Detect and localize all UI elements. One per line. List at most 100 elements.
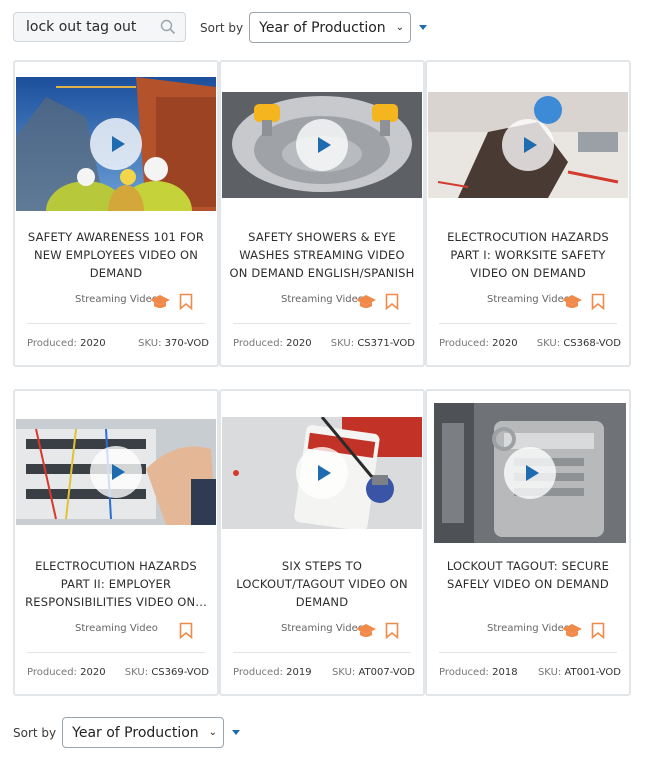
- sort-label: Sort by: [200, 20, 244, 35]
- product-card[interactable]: SAFETY SHOWERS & EYE WASHES STREAMING VI…: [219, 60, 425, 367]
- sku-label: SKU:: [331, 667, 356, 678]
- video-thumbnail[interactable]: [222, 417, 422, 529]
- bookmark-icon[interactable]: [591, 622, 605, 639]
- card-title[interactable]: SIX STEPS TO LOCKOUT/TAGOUT VIDEO ON DEM…: [229, 557, 415, 611]
- produced-label: Produced:: [439, 667, 489, 678]
- search-icon[interactable]: [159, 18, 177, 36]
- play-icon: [317, 137, 331, 153]
- graduation-cap-icon: [356, 295, 376, 308]
- format-label: Streaming Video: [487, 294, 570, 305]
- search-box[interactable]: [13, 12, 186, 42]
- card-footer: Produced: 2020 SKU: CS368-VOD: [439, 338, 621, 349]
- product-card[interactable]: SAFETY AWARENESS 101 FOR NEW EMPLOYEES V…: [13, 60, 219, 367]
- card-title[interactable]: LOCKOUT TAGOUT: SECURE SAFELY VIDEO ON D…: [435, 557, 621, 593]
- play-icon: [317, 465, 331, 481]
- product-card[interactable]: ELECTROCUTION HAZARDS PART II: EMPLOYER …: [13, 389, 219, 696]
- card-footer: Produced: 2020 SKU: 370-VOD: [27, 338, 209, 349]
- video-thumbnail[interactable]: [222, 92, 422, 198]
- play-button[interactable]: [502, 119, 554, 171]
- bookmark-icon[interactable]: [179, 622, 193, 639]
- card-title[interactable]: SAFETY AWARENESS 101 FOR NEW EMPLOYEES V…: [23, 228, 209, 282]
- produced-label: Produced:: [233, 667, 283, 678]
- sku-value: AT001-VOD: [564, 667, 621, 678]
- graduation-cap-icon: [150, 295, 170, 308]
- produced-label: Produced:: [439, 338, 489, 349]
- sort-selected-value: Year of Production: [259, 19, 386, 36]
- play-icon: [525, 465, 539, 481]
- produced-label: Produced:: [233, 338, 283, 349]
- sku-info: SKU: AT001-VOD: [538, 667, 621, 678]
- sku-value: 370-VOD: [164, 338, 209, 349]
- format-row: Streaming Video: [75, 294, 170, 308]
- sort-control-bottom: Sort by Year of Production ⌄: [13, 717, 241, 748]
- format-label: Streaming Video: [75, 623, 158, 634]
- video-thumbnail[interactable]: [434, 403, 626, 543]
- sku-value: AT007-VOD: [358, 667, 415, 678]
- sort-label: Sort by: [13, 725, 57, 740]
- graduation-cap-icon: [562, 624, 582, 637]
- play-button[interactable]: [90, 446, 142, 498]
- card-footer: Produced: 2018 SKU: AT001-VOD: [439, 667, 621, 678]
- sku-info: SKU: CS369-VOD: [125, 667, 209, 678]
- bookmark-icon[interactable]: [179, 293, 193, 310]
- card-footer: Produced: 2020 SKU: CS371-VOD: [233, 338, 415, 349]
- sku-info: SKU: 370-VOD: [138, 338, 209, 349]
- sort-select[interactable]: Year of Production ⌄: [249, 12, 412, 43]
- sku-value: CS371-VOD: [357, 338, 415, 349]
- divider: [233, 323, 411, 324]
- sort-direction-icon[interactable]: [232, 730, 241, 735]
- play-button[interactable]: [90, 118, 142, 170]
- produced-year: 2020: [80, 338, 106, 349]
- sku-info: SKU: CS368-VOD: [537, 338, 621, 349]
- sku-value: CS369-VOD: [151, 667, 209, 678]
- video-thumbnail[interactable]: [428, 92, 628, 198]
- divider: [439, 652, 617, 653]
- format-row: Streaming Video: [75, 623, 158, 634]
- format-row: Streaming Video: [487, 294, 582, 308]
- format-row: Streaming Video: [487, 623, 582, 637]
- produced-info: Produced: 2020: [439, 338, 518, 349]
- sku-info: SKU: CS371-VOD: [331, 338, 415, 349]
- produced-info: Produced: 2018: [439, 667, 518, 678]
- play-button[interactable]: [504, 447, 556, 499]
- produced-year: 2020: [80, 667, 106, 678]
- produced-label: Produced:: [27, 338, 77, 349]
- product-card[interactable]: SIX STEPS TO LOCKOUT/TAGOUT VIDEO ON DEM…: [219, 389, 425, 696]
- video-thumbnail[interactable]: [16, 77, 216, 211]
- divider: [439, 323, 617, 324]
- card-footer: Produced: 2019 SKU: AT007-VOD: [233, 667, 415, 678]
- format-label: Streaming Video: [75, 294, 158, 305]
- sku-label: SKU:: [536, 338, 561, 349]
- bookmark-icon[interactable]: [385, 622, 399, 639]
- sku-label: SKU:: [537, 667, 562, 678]
- play-icon: [111, 136, 125, 152]
- format-row: Streaming Video: [281, 623, 376, 637]
- produced-info: Produced: 2020: [27, 667, 106, 678]
- sort-selected-value: Year of Production: [72, 724, 199, 741]
- play-icon: [111, 464, 125, 480]
- sort-select[interactable]: Year of Production ⌄: [62, 717, 225, 748]
- sort-control-top: Sort by Year of Production ⌄: [200, 12, 428, 43]
- sort-direction-icon[interactable]: [419, 25, 428, 30]
- card-title[interactable]: ELECTROCUTION HAZARDS PART II: EMPLOYER …: [23, 557, 209, 611]
- sku-value: CS368-VOD: [563, 338, 621, 349]
- card-title[interactable]: SAFETY SHOWERS & EYE WASHES STREAMING VI…: [229, 228, 415, 282]
- product-card[interactable]: LOCKOUT TAGOUT: SECURE SAFELY VIDEO ON D…: [425, 389, 631, 696]
- bookmark-icon[interactable]: [591, 293, 605, 310]
- product-card[interactable]: ELECTROCUTION HAZARDS PART I: WORKSITE S…: [425, 60, 631, 367]
- sku-label: SKU:: [124, 667, 149, 678]
- card-title[interactable]: ELECTROCUTION HAZARDS PART I: WORKSITE S…: [435, 228, 621, 282]
- sku-label: SKU:: [330, 338, 355, 349]
- play-button[interactable]: [296, 447, 348, 499]
- search-input[interactable]: [26, 19, 159, 35]
- format-label: Streaming Video: [281, 294, 364, 305]
- bookmark-icon[interactable]: [385, 293, 399, 310]
- play-button[interactable]: [296, 119, 348, 171]
- play-icon: [523, 137, 537, 153]
- produced-year: 2019: [286, 667, 312, 678]
- format-row: Streaming Video: [281, 294, 376, 308]
- sku-info: SKU: AT007-VOD: [332, 667, 415, 678]
- divider: [27, 652, 205, 653]
- produced-info: Produced: 2020: [27, 338, 106, 349]
- video-thumbnail[interactable]: [16, 419, 216, 525]
